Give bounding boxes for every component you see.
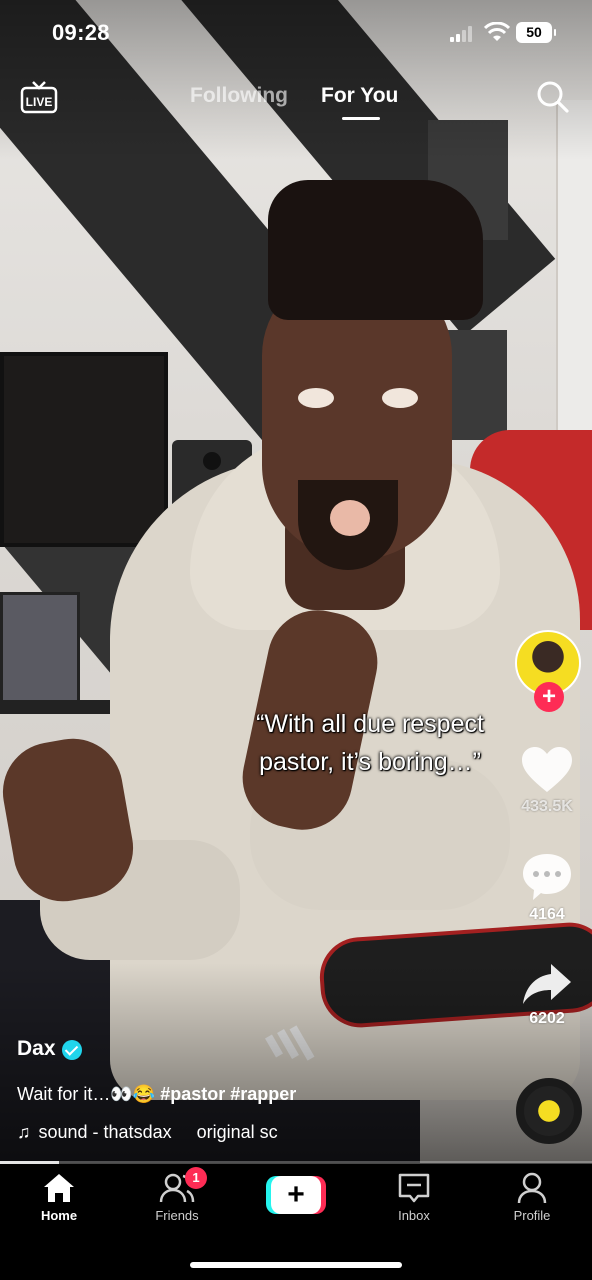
nav-profile[interactable]: Profile <box>487 1172 577 1223</box>
nav-inbox-label: Inbox <box>398 1208 430 1223</box>
live-label: LIVE <box>26 95 53 109</box>
caption-line: pastor, it’s boring…” <box>259 748 481 776</box>
caption-line: “With all due respect <box>256 710 484 738</box>
video-player[interactable]: “With all due respect pastor, it’s borin… <box>0 0 592 1163</box>
sound-name: sound - thatsdax original sc <box>38 1122 278 1142</box>
person-eye <box>298 388 334 408</box>
comment-button[interactable]: 4164 <box>512 852 582 924</box>
inbox-icon <box>398 1173 430 1203</box>
share-count: 6202 <box>529 1010 565 1027</box>
share-arrow-icon <box>523 964 571 1004</box>
like-count: 433.5K <box>521 798 573 815</box>
home-icon <box>44 1174 74 1202</box>
comment-bubble-icon <box>523 854 571 900</box>
wifi-icon <box>484 22 510 41</box>
music-note-icon: ♫ <box>17 1122 31 1142</box>
home-indicator <box>190 1262 402 1268</box>
comment-count: 4164 <box>529 906 565 923</box>
status-time: 09:28 <box>52 20 110 45</box>
person-mouth <box>330 500 370 536</box>
cellular-signal-icon <box>450 26 472 42</box>
create-button[interactable]: + <box>266 1176 326 1214</box>
nav-profile-label: Profile <box>513 1208 551 1223</box>
battery-indicator: 50 <box>516 22 556 43</box>
video-caption: “With all due respect pastor, it’s borin… <box>180 705 560 781</box>
verified-badge-icon <box>62 1040 82 1060</box>
tab-for-you[interactable]: For You <box>321 84 398 108</box>
profile-icon <box>517 1172 547 1204</box>
search-icon[interactable] <box>536 80 570 114</box>
like-button[interactable]: 433.5K <box>512 746 582 816</box>
person-eye <box>382 388 418 408</box>
status-bar: 09:28 50 <box>0 0 592 64</box>
share-button[interactable]: 6202 <box>512 962 582 1028</box>
background-laptop <box>0 592 80 712</box>
nav-home[interactable]: Home <box>14 1172 104 1223</box>
heart-icon <box>522 747 572 792</box>
person-hair <box>268 180 483 320</box>
background-monitor <box>0 352 168 547</box>
nav-friends-label: Friends <box>155 1208 199 1223</box>
nav-inbox[interactable]: Inbox <box>369 1172 459 1223</box>
sound-marquee[interactable]: ♫ sound - thatsdax original sc <box>17 1122 307 1148</box>
creator-avatar[interactable]: + <box>515 630 581 712</box>
music-disc-icon[interactable] <box>516 1078 582 1144</box>
tab-following[interactable]: Following <box>190 84 288 108</box>
nav-home-label: Home <box>40 1208 78 1223</box>
plus-icon: + <box>271 1176 321 1214</box>
description-text: Wait for it…👀😂 <box>17 1084 156 1104</box>
post-description[interactable]: Wait for it…👀😂 #pastor #rapper <box>17 1084 296 1105</box>
friends-notification-badge: 1 <box>185 1167 207 1189</box>
nav-friends[interactable]: 1 Friends <box>132 1167 222 1223</box>
hashtags[interactable]: #pastor #rapper <box>160 1084 296 1104</box>
author-name[interactable]: Dax <box>17 1037 56 1061</box>
follow-plus-icon[interactable]: + <box>534 682 564 712</box>
live-icon[interactable]: LIVE <box>20 80 58 114</box>
active-tab-indicator <box>342 117 380 120</box>
